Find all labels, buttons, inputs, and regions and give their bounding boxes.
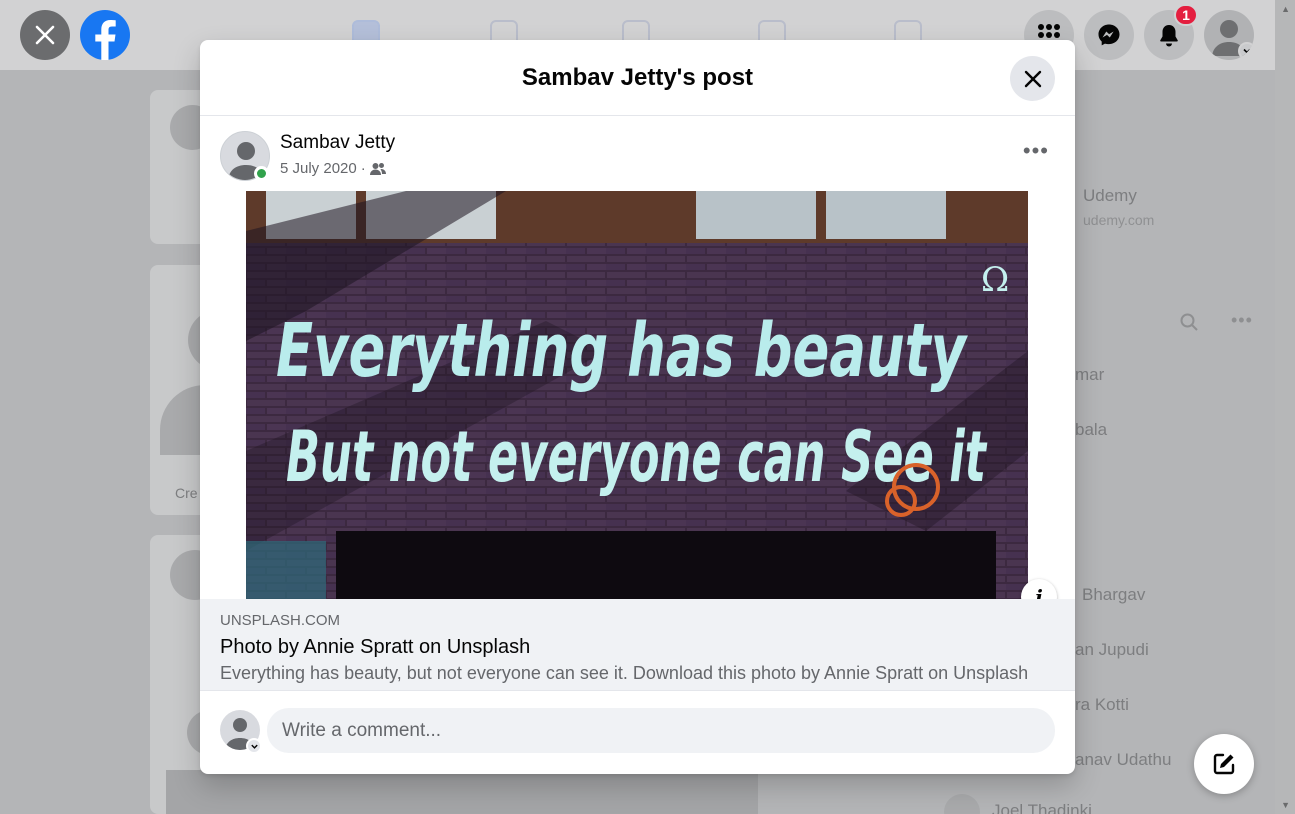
online-status-dot	[254, 166, 269, 181]
messenger-icon	[1098, 24, 1120, 46]
scrollbar[interactable]: ▲ ▼	[1275, 0, 1295, 814]
search-icon[interactable]	[1180, 313, 1198, 331]
comment-input[interactable]	[267, 708, 1055, 753]
graffiti-line-2: But not everyone can See it	[286, 416, 988, 498]
link-title[interactable]: Photo by Annie Spratt on Unsplash	[220, 636, 530, 659]
messenger-button[interactable]	[1084, 10, 1134, 60]
contacts-more-icon[interactable]: •••	[1231, 310, 1253, 331]
facebook-logo[interactable]	[80, 10, 130, 60]
close-dialog-button[interactable]	[1010, 56, 1055, 101]
facebook-f-icon	[95, 20, 116, 60]
chevron-down-icon	[1238, 42, 1254, 60]
contact-name[interactable]: ra Kotti	[1075, 695, 1129, 715]
account-button[interactable]	[1204, 10, 1254, 60]
post-date[interactable]: 5 July 2020	[280, 160, 357, 177]
scroll-down-arrow-icon[interactable]: ▼	[1281, 800, 1290, 810]
link-description: Everything has beauty, but not everyone …	[220, 663, 1029, 683]
create-story-label: Cre	[175, 485, 198, 501]
post-author-name[interactable]: Sambav Jetty	[280, 132, 395, 154]
feed-post-image	[166, 770, 758, 814]
sponsor-url: udemy.com	[1083, 212, 1155, 228]
contact-name[interactable]: Joel Thadinki	[992, 801, 1092, 814]
post-dialog: Sambav Jetty's post Sambav Jetty 5 July …	[200, 40, 1075, 774]
close-icon	[1024, 70, 1041, 87]
post-link-image[interactable]: Everything has beauty But not everyone c…	[246, 191, 1028, 599]
notification-count-badge: 1	[1174, 4, 1198, 26]
close-icon	[35, 25, 55, 45]
sponsor-name[interactable]: Udemy	[1083, 186, 1137, 206]
new-message-button[interactable]	[1194, 734, 1254, 794]
friends-icon[interactable]	[369, 162, 386, 176]
post-options-button[interactable]: •••	[1023, 140, 1049, 162]
graffiti-line-1: Everything has beauty	[276, 308, 968, 394]
compose-icon	[1213, 753, 1235, 775]
dialog-header: Sambav Jetty's post	[200, 40, 1075, 116]
post-meta: 5 July 2020 ·	[280, 160, 386, 177]
contact-name[interactable]: mar	[1075, 365, 1104, 385]
chevron-down-icon[interactable]	[246, 738, 262, 754]
link-preview[interactable]: UNSPLASH.COM Photo by Annie Spratt on Un…	[200, 599, 1075, 691]
svg-text:Ω: Ω	[981, 260, 1009, 300]
notifications-button[interactable]: 1	[1144, 4, 1198, 60]
contact-name[interactable]: Bhargav	[1082, 585, 1145, 605]
scroll-up-arrow-icon[interactable]: ▲	[1281, 4, 1290, 14]
link-domain: UNSPLASH.COM	[220, 612, 341, 629]
bell-icon	[1160, 25, 1178, 47]
graffiti-photo: Everything has beauty But not everyone c…	[246, 191, 1028, 599]
post-header: Sambav Jetty 5 July 2020 · •••	[200, 116, 1075, 190]
contact-name[interactable]: anav Udathu	[1075, 750, 1171, 770]
meta-separator: ·	[360, 160, 366, 177]
dialog-title: Sambav Jetty's post	[521, 63, 754, 91]
close-post-viewer-button[interactable]	[20, 10, 70, 60]
comment-composer	[200, 691, 1075, 774]
contact-name[interactable]: bala	[1075, 420, 1107, 440]
contact-name[interactable]: an Jupudi	[1075, 640, 1149, 660]
